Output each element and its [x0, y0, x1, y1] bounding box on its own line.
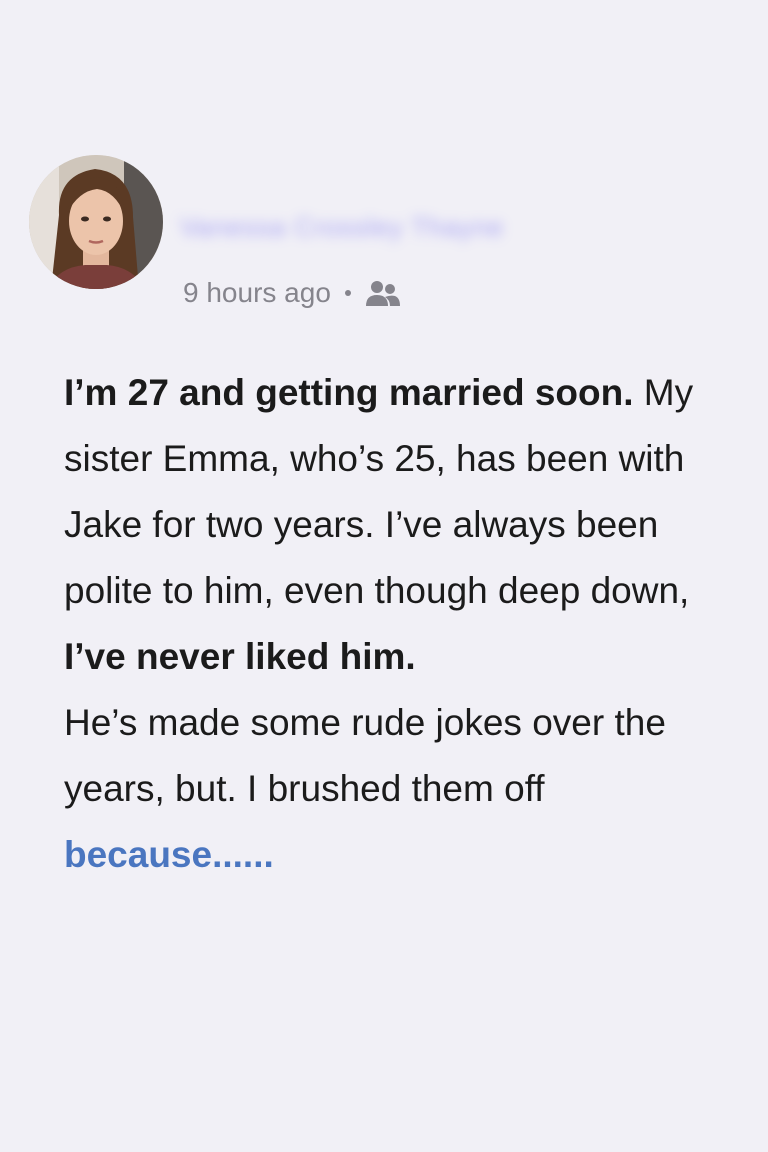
avatar[interactable] — [29, 155, 163, 289]
paragraph-2-text: He’s made some rude jokes over the years… — [64, 702, 666, 809]
see-more-link[interactable]: because...... — [64, 834, 274, 875]
paragraph-2: He’s made some rude jokes over the years… — [64, 690, 754, 888]
paragraph-1: I’m 27 and getting married soon. My sist… — [64, 360, 754, 690]
post-meta: 9 hours ago — [183, 276, 401, 310]
friends-icon[interactable] — [365, 278, 401, 308]
post-body: I’m 27 and getting married soon. My sist… — [64, 360, 754, 888]
bold-tail: I’ve never liked him. — [64, 636, 416, 677]
author-name[interactable]: Vanessa Crossley Thayne — [180, 212, 504, 243]
timestamp[interactable]: 9 hours ago — [183, 277, 331, 309]
bold-lead: I’m 27 and getting married soon. — [64, 372, 634, 413]
post-card: Vanessa Crossley Thayne 9 hours ago I’m … — [0, 0, 768, 1152]
separator-dot — [344, 290, 351, 296]
avatar-image — [29, 155, 163, 289]
